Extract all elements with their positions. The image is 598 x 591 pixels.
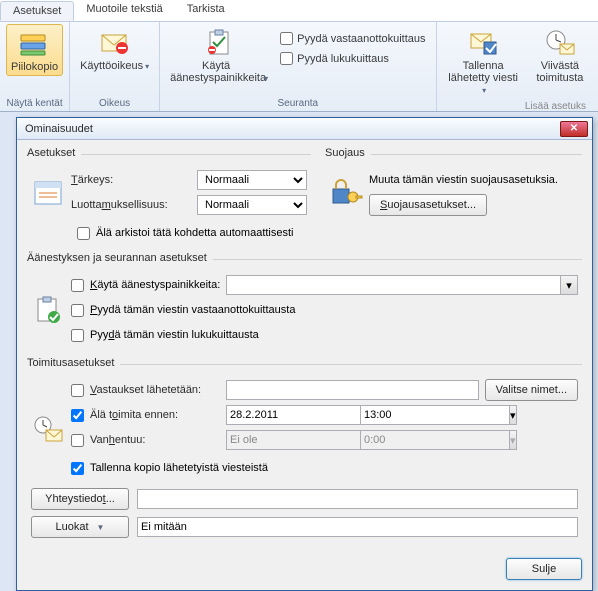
save-copy-label: Tallenna kopio lähetetyistä viesteistä (90, 462, 268, 474)
bcc-label: Piilokopio (11, 61, 58, 73)
save-sent-icon (467, 26, 499, 58)
clock-envelope-icon-2 (31, 412, 65, 446)
ribbon-tabs: Asetukset Muotoile tekstiä Tarkista (0, 0, 598, 22)
close-button[interactable]: Sulje (506, 558, 582, 580)
more-options-link[interactable]: Lisää asetuks (519, 99, 592, 114)
expires-time-combo: ▾ (360, 430, 456, 450)
deliver-time-input[interactable] (360, 405, 509, 425)
voting-buttons-button[interactable]: Käytä äänestyspainikkeita▾ (166, 24, 272, 87)
replies-to-check[interactable] (71, 384, 84, 397)
req-delivery-label: Pyydä tämän viestin vastaanottokuittaust… (90, 304, 295, 316)
clipboard-check-icon (203, 26, 235, 58)
deliver-date-input[interactable] (226, 405, 375, 425)
dialog-titlebar: Ominaisuudet ✕ (17, 118, 592, 140)
delay-delivery-button[interactable]: Viivästä toimitusta (528, 24, 592, 86)
tracking-checks: Pyydä vastaanottokuittaus Pyydä lukukuit… (276, 24, 429, 67)
expires-time-input (360, 430, 509, 450)
chevron-down-icon: ▼ (97, 523, 105, 532)
ribbon-group-more: Tallenna lähetetty viesti▾ Viivästä toim… (437, 22, 598, 111)
tab-tarkista[interactable]: Tarkista (175, 0, 237, 21)
use-voting-label: Käytä äänestyspainikkeita: (90, 279, 220, 291)
dialog-title-text: Ominaisuudet (25, 123, 93, 135)
select-names-button[interactable]: Valitse nimet... (485, 379, 578, 401)
categories-button[interactable]: Luokat▼ (31, 516, 129, 538)
importance-select[interactable]: Normaali (197, 170, 307, 190)
settings-legend: Asetukset (27, 147, 81, 159)
delivery-legend: Toimitusasetukset (27, 357, 120, 369)
use-voting-check[interactable] (71, 279, 84, 292)
voting-input[interactable] (226, 275, 560, 295)
chevron-down-icon: ▾ (509, 430, 517, 450)
tab-muotoile[interactable]: Muotoile tekstiä (74, 0, 174, 21)
save-copy-check[interactable] (71, 462, 84, 475)
delivery-fieldset: Toimitusasetukset Vastaukset lähetetään:… (27, 364, 582, 542)
req-read-check[interactable] (71, 329, 84, 342)
security-fieldset: Suojaus Muuta tämän viestin suojausasetu… (325, 154, 582, 226)
security-settings-button[interactable]: Suojausasetukset... (369, 194, 487, 216)
no-deliver-before-label: Älä toimita ennen: (90, 409, 220, 421)
contacts-button[interactable]: Yhteystiedot... (31, 488, 129, 510)
request-read-receipt-check[interactable]: Pyydä lukukuittaus (276, 50, 429, 67)
delay-label: Viivästä toimitusta (532, 60, 588, 84)
security-legend: Suojaus (325, 147, 371, 159)
voting-label: Käytä äänestyspainikkeita▾ (170, 60, 268, 85)
group-title-tracking: Seuranta (278, 96, 319, 111)
clock-envelope-icon (544, 26, 576, 58)
importance-label: Tärkeys: (71, 174, 191, 186)
no-autoarchive-label: Älä arkistoi tätä kohdetta automaattises… (96, 227, 294, 239)
envelope-denied-icon (99, 26, 131, 58)
save-sent-label: Tallenna lähetetty viesti▾ (447, 60, 520, 97)
expires-date-input (226, 430, 375, 450)
lock-key-icon (329, 176, 363, 210)
settings-fieldset: Asetukset Tärkeys: Normaali Luottamuksel… (27, 154, 311, 251)
voting-fieldset: Äänestyksen ja seurannan asetukset Käytä… (27, 259, 582, 356)
deliver-time-combo[interactable]: ▾ (360, 405, 456, 425)
expires-label: Vanhentuu: (90, 434, 220, 446)
permission-label: Käyttöoikeus▾ (80, 60, 149, 73)
ribbon-body: Piilokopio Näytä kentät Käyttöoikeus▾ Oi… (0, 22, 598, 112)
categories-input[interactable] (137, 517, 578, 537)
voting-legend: Äänestyksen ja seurannan asetukset (27, 252, 213, 264)
no-autoarchive-check[interactable] (77, 227, 90, 240)
voting-combo[interactable]: ▾ (226, 275, 578, 295)
replies-to-label: Vastaukset lähetetään: (90, 384, 220, 396)
note-icon (31, 176, 65, 210)
sensitivity-label: Luottamuksellisuus: (71, 199, 191, 211)
ribbon-group-permission: Käyttöoikeus▾ Oikeus (70, 22, 160, 111)
expires-date-combo: ▾ (226, 430, 354, 450)
deliver-date-combo[interactable]: ▾ (226, 405, 354, 425)
chevron-down-icon[interactable]: ▾ (509, 405, 517, 425)
security-text: Muuta tämän viestin suojausasetuksia. (369, 174, 558, 186)
request-delivery-receipt-check[interactable]: Pyydä vastaanottokuittaus (276, 30, 429, 47)
no-deliver-before-check[interactable] (71, 409, 84, 422)
req-delivery-check[interactable] (71, 304, 84, 317)
group-title-permission: Oikeus (99, 96, 130, 111)
permission-button[interactable]: Käyttöoikeus▾ (76, 24, 153, 75)
chevron-down-icon[interactable]: ▾ (560, 275, 578, 295)
clipboard-check-icon-2 (31, 293, 65, 327)
ribbon-group-show-fields: Piilokopio Näytä kentät (0, 22, 70, 111)
bcc-icon (19, 27, 51, 59)
contacts-input[interactable] (137, 489, 578, 509)
sensitivity-select[interactable]: Normaali (197, 195, 307, 215)
properties-dialog: Ominaisuudet ✕ Asetukset Tärkeys: (16, 117, 593, 591)
group-title-show-fields: Näytä kentät (6, 96, 62, 111)
save-sent-button[interactable]: Tallenna lähetetty viesti▾ (443, 24, 524, 99)
tab-asetukset[interactable]: Asetukset (0, 1, 74, 21)
req-read-label: Pyydä tämän viestin lukukuittausta (90, 329, 259, 341)
ribbon-group-tracking: Käytä äänestyspainikkeita▾ Pyydä vastaan… (160, 22, 436, 111)
bcc-button[interactable]: Piilokopio (6, 24, 63, 76)
expires-check[interactable] (71, 434, 84, 447)
replies-to-input[interactable] (226, 380, 479, 400)
close-icon[interactable]: ✕ (560, 121, 588, 137)
